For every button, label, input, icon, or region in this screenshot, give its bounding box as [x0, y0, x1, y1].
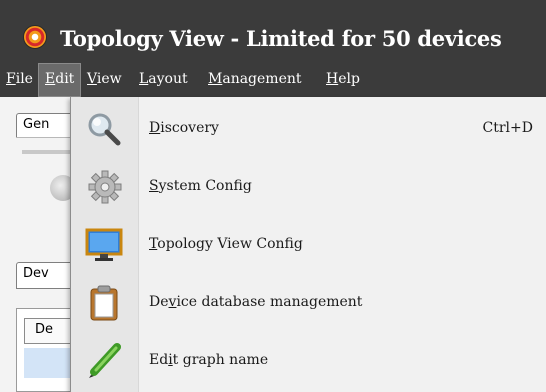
menu-file[interactable]: File — [0, 63, 39, 97]
title-bar: Topology View - Limited for 50 devices — [0, 0, 546, 63]
menu-edit[interactable]: Edit — [38, 63, 82, 97]
monitor-icon — [85, 227, 125, 263]
menu-layout-label: ayout — [148, 71, 188, 87]
menu-help[interactable]: Help — [320, 63, 366, 97]
menu-edit-mnemonic: E — [45, 71, 56, 87]
menu-file-label: ile — [15, 71, 33, 87]
tab-devices[interactable]: Dev — [16, 262, 76, 288]
menu-item-discovery[interactable]: Discovery Ctrl+D — [71, 99, 546, 157]
menu-management[interactable]: Management — [202, 63, 308, 97]
magnifier-icon — [85, 111, 125, 147]
menu-help-label: elp — [338, 71, 360, 87]
menu-management-mnemonic: M — [208, 71, 223, 87]
gear-icon — [85, 169, 125, 205]
tab-devices-underline — [16, 288, 76, 289]
menu-management-label: anagement — [222, 71, 302, 87]
menu-item-label: Device database management — [149, 294, 363, 310]
menu-item-topology-view-config[interactable]: Topology View Config — [71, 215, 546, 273]
tab-general[interactable]: Gen — [16, 113, 76, 137]
clipboard-icon — [85, 285, 125, 321]
pen-icon — [85, 343, 125, 379]
app-logo-icon — [23, 25, 47, 49]
toolbar-separator — [22, 150, 70, 154]
menu-view[interactable]: View — [81, 63, 128, 97]
shortcut-label: Ctrl+D — [482, 120, 533, 136]
tab-underline — [16, 137, 70, 138]
menu-item-edit-graph-name[interactable]: Edit graph name — [71, 331, 546, 389]
menu-item-label: Edit graph name — [149, 352, 269, 368]
menu-item-system-config[interactable]: System Config — [71, 157, 546, 215]
menu-item-device-database-management[interactable]: Device database management — [71, 273, 546, 331]
menu-item-label: System Config — [149, 178, 252, 194]
menu-item-label: Discovery — [149, 120, 219, 136]
menu-layout[interactable]: Layout — [133, 63, 194, 97]
menu-view-mnemonic: V — [87, 71, 97, 87]
menu-help-mnemonic: H — [326, 71, 339, 87]
menu-bar: File Edit View Layout Management Help — [0, 63, 546, 97]
menu-edit-label: dit — [55, 71, 75, 87]
menu-layout-mnemonic: L — [139, 71, 149, 87]
menu-view-label: iew — [96, 71, 122, 87]
edit-dropdown-menu: Discovery Ctrl+D System Config Topology … — [70, 97, 546, 392]
menu-file-mnemonic: F — [6, 71, 16, 87]
menu-item-label: Topology View Config — [149, 236, 303, 252]
window-title: Topology View - Limited for 50 devices — [60, 26, 502, 51]
